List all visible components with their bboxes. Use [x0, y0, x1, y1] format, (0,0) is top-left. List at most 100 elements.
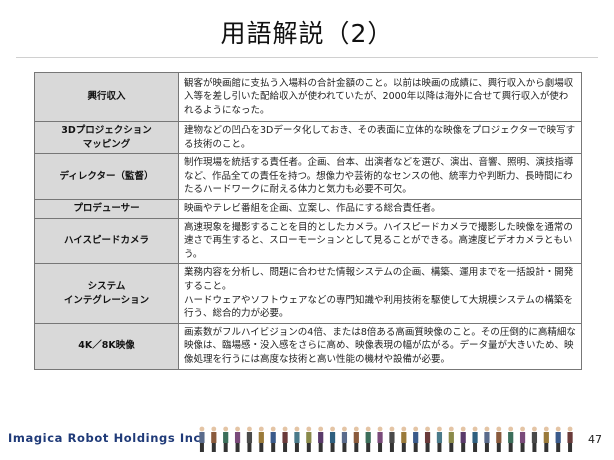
person-legs — [354, 443, 359, 452]
term-line: インテグレーション — [63, 294, 150, 306]
person-body — [258, 432, 264, 443]
person-head — [235, 426, 240, 432]
person-body — [246, 432, 253, 443]
glossary-row: ハイスピードカメラ 高速現象を撮影することを目的としたカメラ。ハイスピードカメラ… — [34, 217, 582, 265]
person-head — [377, 426, 383, 432]
person-legs — [211, 443, 216, 452]
person-body — [223, 432, 229, 443]
term-line: システム — [87, 280, 126, 292]
person-legs — [318, 443, 323, 452]
description-cell: 観客が映画館に支払う入場料の合計金額のこと。以前は映画の成績に、興行収入から劇場… — [178, 72, 582, 122]
person-legs — [496, 443, 501, 452]
company-logo: Imagica Robot Holdings Inc. — [8, 431, 206, 445]
person-body — [519, 432, 526, 443]
description-cell: 画素数がフルハイビジョンの4倍、または8倍ある高画質映像のこと。その圧倒的に高精… — [178, 322, 582, 370]
person-head — [294, 426, 300, 432]
person-legs — [378, 443, 383, 452]
description-line: 業務内容を分析し、問題に合わせた情報システムの企画、構築、運用までを一括設計・開… — [184, 267, 574, 292]
person-body — [484, 432, 490, 443]
person-head — [543, 426, 549, 432]
person-head — [342, 426, 347, 432]
person-legs — [484, 443, 489, 452]
description-cell: 制作現場を統括する責任者。企画、台本、出演者などを選び、演出、音響、照明、演技指… — [178, 153, 582, 200]
term-cell: 3Dプロジェクション マッピング — [34, 120, 179, 155]
people-illustration — [199, 426, 573, 452]
person-legs — [283, 443, 288, 452]
person-head — [223, 426, 229, 432]
glossary-row: 4K／8K映像 画素数がフルハイビジョンの4倍、または8倍ある高画質映像のこと。… — [34, 322, 582, 370]
person-head — [460, 426, 466, 432]
person-head — [247, 426, 252, 432]
person-body — [555, 432, 561, 443]
person-head — [401, 426, 407, 432]
person-legs — [235, 443, 240, 452]
term-cell: 興行収入 — [34, 72, 179, 122]
person-body — [472, 432, 478, 443]
person-body — [306, 432, 312, 443]
person-legs — [401, 443, 406, 452]
person-body — [365, 432, 371, 443]
person-body — [234, 432, 241, 443]
person-head — [413, 426, 419, 432]
person-head — [425, 426, 430, 432]
glossary-row: プロデューサー 映画やテレビ番組を企画、立案し、作品にする総合責任者。 — [34, 198, 582, 219]
glossary-table-body: 興行収入 観客が映画館に支払う入場料の合計金額のこと。以前は映画の成績に、興行収… — [34, 72, 582, 370]
person-body — [318, 432, 324, 443]
person-legs — [437, 443, 442, 452]
description-cell: 業務内容を分析し、問題に合わせた情報システムの企画、構築、運用までを一括設計・開… — [178, 263, 582, 324]
person-legs — [568, 443, 573, 452]
person-body — [436, 432, 443, 443]
description-line: ハードウェアやソフトウェアなどの専門知識や利用技術を駆使して大規模システムの構築… — [184, 294, 573, 320]
person-legs — [259, 443, 264, 452]
person-head — [306, 426, 312, 432]
person-legs — [508, 443, 513, 452]
person-legs — [199, 443, 204, 452]
person-body — [270, 432, 276, 443]
term-cell: ディレクター（監督） — [34, 153, 179, 200]
person-body — [460, 432, 466, 443]
person-legs — [247, 443, 252, 452]
person-legs — [413, 443, 418, 452]
person-head — [496, 426, 502, 432]
person-body — [389, 432, 395, 443]
person-body — [543, 432, 549, 443]
person-legs — [461, 443, 466, 452]
description-cell: 映画やテレビ番組を企画、立案し、作品にする総合責任者。 — [178, 198, 582, 219]
person-body — [341, 432, 348, 443]
person-body — [401, 432, 407, 443]
person-legs — [389, 443, 394, 452]
person-body — [567, 432, 573, 443]
person-body — [294, 432, 300, 443]
glossary-row: 3Dプロジェクション マッピング 建物などの凹凸を3Dデータ化しておき、その表面に… — [34, 120, 582, 155]
person-head — [532, 426, 537, 432]
person-legs — [294, 443, 299, 452]
page-number: 47 — [588, 433, 602, 446]
person-body — [424, 432, 431, 443]
person-head — [484, 426, 490, 432]
person-legs — [544, 443, 549, 452]
person-body — [199, 432, 205, 443]
page-title: 用語解説（2） — [220, 19, 394, 48]
term-line: マッピング — [82, 138, 131, 150]
glossary-table: 興行収入 観客が映画館に支払う入場料の合計金額のこと。以前は映画の成績に、興行収… — [34, 72, 582, 370]
person-legs — [556, 443, 561, 452]
person-head — [520, 426, 525, 432]
slide: 用語解説（2） 興行収入 観客が映画館に支払う入場料の合計金額のこと。以前は映画… — [0, 0, 614, 460]
person-legs — [306, 443, 311, 452]
term-cell: システムインテグレーション — [34, 263, 179, 324]
glossary-row: システムインテグレーション 業務内容を分析し、問題に合わせた情報システムの企画、… — [34, 263, 582, 324]
person-head — [448, 426, 454, 432]
person-legs — [223, 443, 228, 452]
person-legs — [342, 443, 347, 452]
person-head — [437, 426, 442, 432]
person-legs — [449, 443, 454, 452]
person-head — [318, 426, 324, 432]
person-head — [353, 426, 359, 432]
person-legs — [520, 443, 525, 452]
person-head — [330, 426, 335, 432]
person-head — [270, 426, 276, 432]
person-body — [448, 432, 454, 443]
glossary-row: 興行収入 観客が映画館に支払う入場料の合計金額のこと。以前は映画の成績に、興行収… — [34, 72, 582, 122]
term-line: 3Dプロジェクション — [61, 125, 152, 136]
person-head — [508, 426, 514, 432]
